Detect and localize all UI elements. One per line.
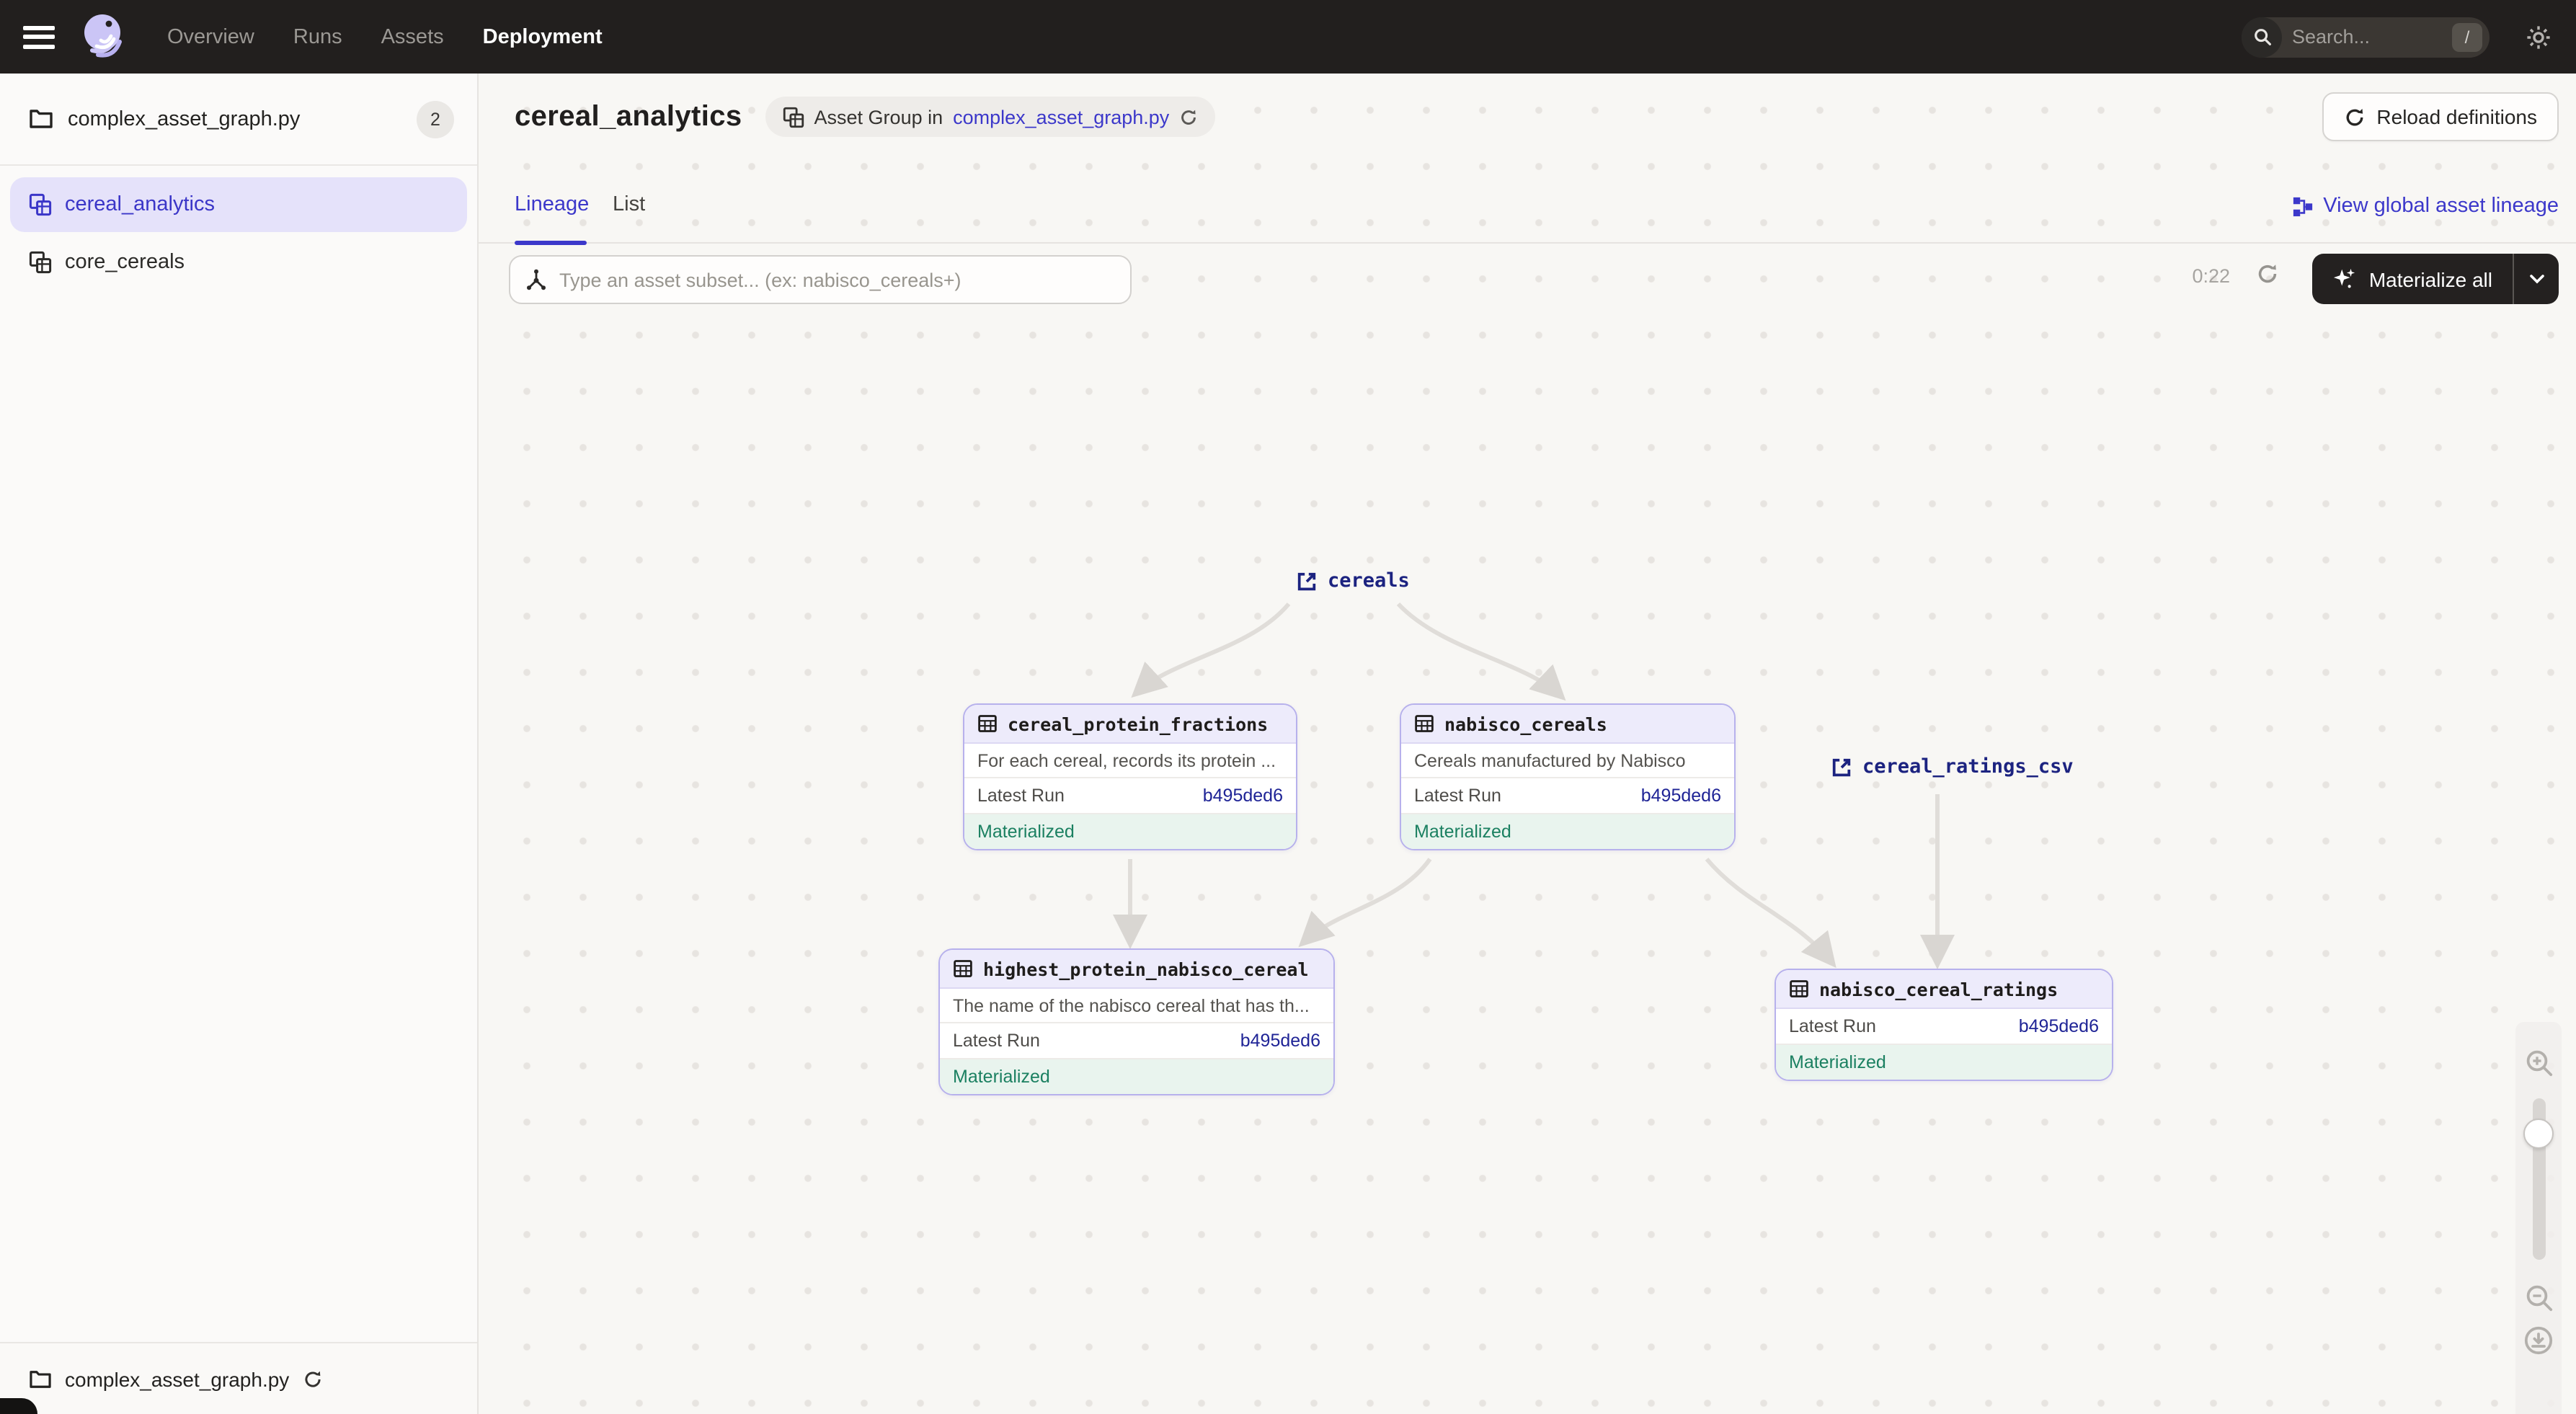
zoom-out-button[interactable] bbox=[2523, 1283, 2554, 1313]
asset-node-nabisco-cereal-ratings[interactable]: nabisco_cereal_ratings Latest Run b495de… bbox=[1775, 969, 2113, 1081]
run-id-link[interactable]: b495ded6 bbox=[2019, 1016, 2099, 1036]
asset-group-icon bbox=[29, 251, 52, 274]
folder-icon bbox=[29, 1369, 52, 1389]
top-nav: Overview Runs Assets Deployment Search..… bbox=[0, 0, 2576, 74]
nav-item-deployment[interactable]: Deployment bbox=[483, 25, 603, 48]
sidebar-code-location-row[interactable]: complex_asset_graph.py 2 bbox=[0, 74, 477, 166]
zoom-slider[interactable] bbox=[2532, 1098, 2545, 1260]
nav-item-runs[interactable]: Runs bbox=[293, 25, 342, 48]
footer-code-location-label: complex_asset_graph.py bbox=[65, 1367, 289, 1390]
asset-node-header: nabisco_cereals bbox=[1401, 705, 1734, 744]
asset-description: The name of the nabisco cereal that has … bbox=[940, 989, 1333, 1023]
dagster-logo-icon[interactable] bbox=[78, 11, 130, 63]
edge-cereals-to-nabisco-cereals bbox=[1398, 604, 1561, 696]
group-count-badge: 2 bbox=[417, 100, 454, 138]
external-link-icon bbox=[1296, 570, 1318, 592]
dagster-app: Overview Runs Assets Deployment Search..… bbox=[0, 0, 2576, 1414]
sidebar: complex_asset_graph.py 2 cereal_analytic… bbox=[0, 74, 479, 1414]
asset-description: Cereals manufactured by Nabisco bbox=[1401, 744, 1734, 778]
external-asset-label: cereals bbox=[1328, 569, 1410, 592]
latest-run-label: Latest Run bbox=[953, 1031, 1040, 1051]
asset-latest-run-row: Latest Run b495ded6 bbox=[1401, 778, 1734, 814]
latest-run-label: Latest Run bbox=[977, 786, 1065, 806]
asset-node-header: highest_protein_nabisco_cereal bbox=[940, 950, 1333, 989]
asset-latest-run-row: Latest Run b495ded6 bbox=[940, 1023, 1333, 1059]
search-placeholder: Search... bbox=[2292, 26, 2452, 48]
folder-icon bbox=[29, 108, 53, 130]
edge-nabisco-cereals-to-highest-protein bbox=[1303, 859, 1430, 943]
asset-node-nabisco-cereals[interactable]: nabisco_cereals Cereals manufactured by … bbox=[1400, 703, 1736, 850]
external-asset-cereal-ratings-csv[interactable]: cereal_ratings_csv bbox=[1831, 755, 2074, 778]
main-pane: cereal_analytics Asset Group in complex_… bbox=[479, 74, 2576, 1414]
asset-name: cereal_protein_fractions bbox=[1008, 713, 1268, 734]
zoom-controls bbox=[2521, 1042, 2556, 1362]
external-link-icon bbox=[1831, 756, 1852, 778]
external-asset-label: cereal_ratings_csv bbox=[1862, 755, 2074, 778]
asset-node-cereal-protein-fractions[interactable]: cereal_protein_fractions For each cereal… bbox=[963, 703, 1297, 850]
sidebar-footer: complex_asset_graph.py bbox=[0, 1342, 477, 1414]
zoom-in-button[interactable] bbox=[2523, 1048, 2554, 1078]
lineage-graph-canvas[interactable]: cereals cereal_ratings_csv cereal_pro bbox=[479, 74, 2576, 1414]
asset-latest-run-row: Latest Run b495ded6 bbox=[964, 778, 1296, 814]
search-shortcut-badge: / bbox=[2452, 22, 2482, 51]
nav-links: Overview Runs Assets Deployment bbox=[167, 25, 603, 48]
table-icon bbox=[1789, 979, 1809, 999]
asset-status-badge: Materialized bbox=[964, 814, 1296, 849]
asset-status-badge: Materialized bbox=[1776, 1045, 2112, 1080]
edge-nabisco-cereals-to-cereal-ratings bbox=[1707, 859, 1832, 963]
run-id-link[interactable]: b495ded6 bbox=[1203, 786, 1283, 806]
sidebar-item-label: core_cereals bbox=[65, 251, 185, 274]
asset-group-icon bbox=[29, 193, 52, 216]
zoom-slider-knob[interactable] bbox=[2523, 1119, 2554, 1149]
edge-cereals-to-protein-fractions bbox=[1136, 604, 1289, 693]
sidebar-group-list: cereal_analytics core_cereals bbox=[0, 166, 477, 290]
asset-name: highest_protein_nabisco_cereal bbox=[983, 958, 1309, 979]
latest-run-label: Latest Run bbox=[1414, 786, 1501, 806]
run-id-link[interactable]: b495ded6 bbox=[1641, 786, 1721, 806]
table-icon bbox=[1414, 713, 1434, 734]
sidebar-item-core-cereals[interactable]: core_cereals bbox=[10, 235, 467, 290]
asset-name: nabisco_cereals bbox=[1444, 713, 1607, 734]
search-input[interactable]: Search... / bbox=[2242, 17, 2490, 57]
sidebar-item-cereal-analytics[interactable]: cereal_analytics bbox=[10, 177, 467, 232]
code-location-label: complex_asset_graph.py bbox=[68, 107, 417, 130]
table-icon bbox=[953, 959, 973, 979]
asset-node-highest-protein-nabisco-cereal[interactable]: highest_protein_nabisco_cereal The name … bbox=[938, 948, 1335, 1095]
table-icon bbox=[977, 713, 998, 734]
run-id-link[interactable]: b495ded6 bbox=[1240, 1031, 1320, 1051]
latest-run-label: Latest Run bbox=[1789, 1016, 1876, 1036]
hamburger-menu-icon[interactable] bbox=[23, 25, 55, 48]
search-icon bbox=[2242, 17, 2282, 57]
asset-node-header: nabisco_cereal_ratings bbox=[1776, 970, 2112, 1009]
sidebar-item-label: cereal_analytics bbox=[65, 193, 215, 216]
asset-name: nabisco_cereal_ratings bbox=[1819, 978, 2058, 1000]
gear-icon[interactable] bbox=[2524, 22, 2553, 51]
nav-item-overview[interactable]: Overview bbox=[167, 25, 254, 48]
asset-description: For each cereal, records its protein ... bbox=[964, 744, 1296, 778]
nav-right: Search... / bbox=[2242, 17, 2553, 57]
asset-status-badge: Materialized bbox=[940, 1059, 1333, 1094]
reload-icon[interactable] bbox=[302, 1369, 322, 1389]
nav-item-assets[interactable]: Assets bbox=[381, 25, 444, 48]
asset-node-header: cereal_protein_fractions bbox=[964, 705, 1296, 744]
asset-status-badge: Materialized bbox=[1401, 814, 1734, 849]
download-image-button[interactable] bbox=[2523, 1325, 2554, 1356]
external-asset-cereals[interactable]: cereals bbox=[1296, 569, 1410, 592]
asset-latest-run-row: Latest Run b495ded6 bbox=[1776, 1009, 2112, 1045]
